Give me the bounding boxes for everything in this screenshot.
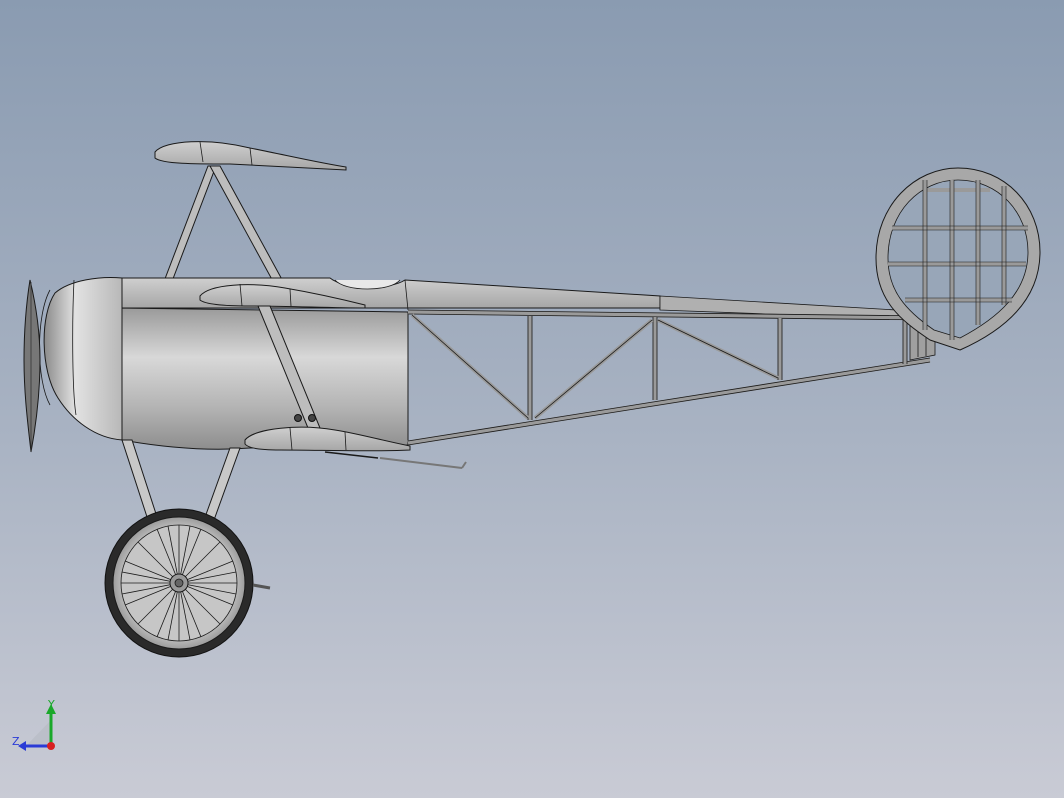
landing-wheel[interactable] xyxy=(104,508,271,658)
top-wing[interactable] xyxy=(154,141,347,171)
rudder[interactable] xyxy=(875,167,1041,351)
orientation-triad[interactable]: Y Z xyxy=(8,698,68,758)
triad-plane xyxy=(26,720,51,746)
fuselage-body[interactable] xyxy=(119,307,409,450)
graphics-viewport[interactable]: Y Z xyxy=(0,0,1064,798)
z-axis-label: Z xyxy=(12,735,20,748)
x-axis-dot xyxy=(47,742,55,750)
engine-cowling[interactable] xyxy=(39,277,123,441)
landing-gear-struts xyxy=(121,439,241,521)
y-axis-label: Y xyxy=(47,698,55,711)
rear-fuselage-frame[interactable] xyxy=(407,309,936,446)
propeller[interactable] xyxy=(23,279,41,453)
aircraft-model[interactable] xyxy=(0,0,1064,798)
